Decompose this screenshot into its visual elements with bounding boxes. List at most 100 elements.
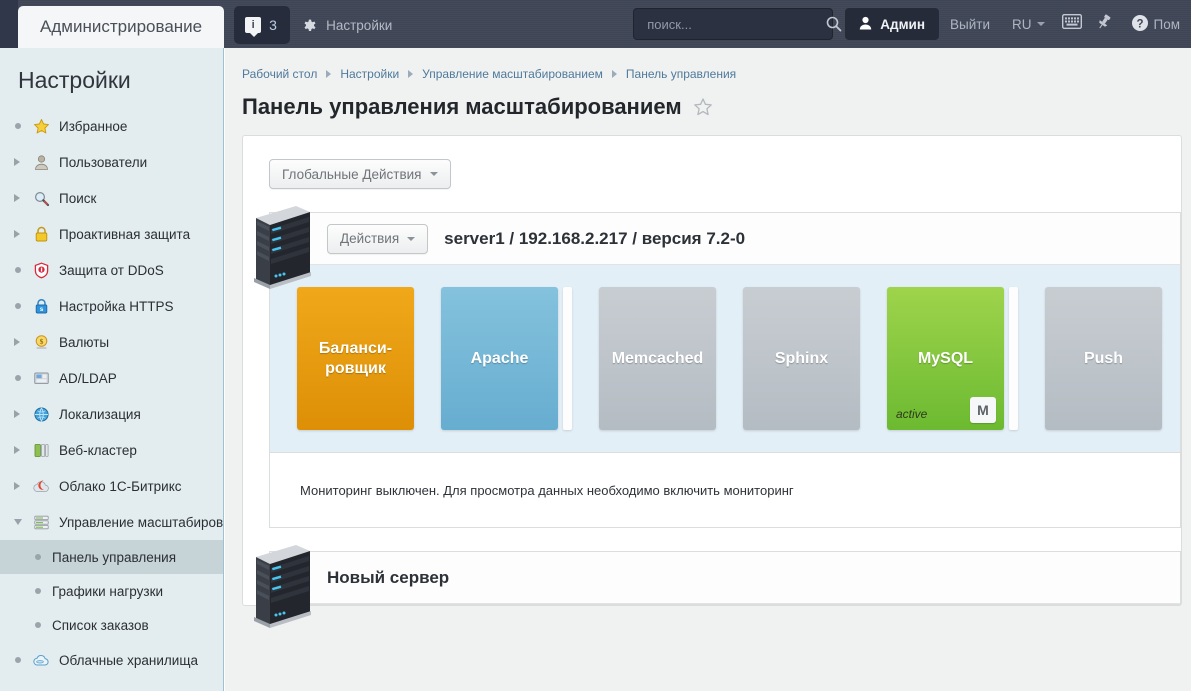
sidebar-item-marker[interactable] [14, 519, 30, 525]
global-actions-label: Глобальные Действия [282, 166, 422, 182]
sidebar-item-marker[interactable] [34, 622, 52, 628]
service-status-label: active [896, 407, 928, 421]
sidebar-item-label: Список заказов [52, 617, 149, 633]
logout-label: Выйти [950, 16, 990, 32]
notifications-badge[interactable]: i 3 [234, 6, 291, 44]
service-label: Memcached [611, 349, 704, 367]
sidebar-item-14[interactable]: Список заказов [0, 608, 223, 642]
service-slot-empty[interactable] [1009, 287, 1018, 430]
language-label: RU [1012, 16, 1032, 32]
bullet-icon [35, 622, 41, 628]
keyboard-icon [1061, 13, 1082, 34]
search-icon[interactable] [825, 15, 843, 33]
svg-text:?: ? [1136, 18, 1143, 30]
sidebar-item-label: Проактивная защита [59, 226, 191, 242]
sidebar-item-13[interactable]: Графики нагрузки [0, 574, 223, 608]
sidebar-item-marker[interactable] [14, 303, 30, 309]
server-card: Действия server1 / 192.168.2.217 / верси… [269, 212, 1181, 528]
service-block-push[interactable]: Push [1045, 287, 1162, 430]
sidebar-item-10[interactable]: Облако 1С-Битрикс [0, 468, 223, 504]
sidebar-item-label: Графики нагрузки [52, 583, 164, 599]
ldap-icon [30, 370, 52, 387]
sidebar-item-3[interactable]: Проактивная защита [0, 216, 223, 252]
service-block-mysql[interactable]: MySQL active M [887, 287, 1004, 430]
sidebar-item-8[interactable]: Локализация [0, 396, 223, 432]
bullet-icon [35, 588, 41, 594]
sidebar-item-marker[interactable] [14, 267, 30, 273]
globe-icon [30, 406, 52, 423]
help-icon: ? [1131, 14, 1149, 35]
pin-button[interactable] [1088, 8, 1120, 40]
sidebar-item-marker[interactable] [14, 194, 30, 202]
chevron-right-icon[interactable] [14, 194, 20, 202]
service-role-badge[interactable]: M [970, 397, 996, 423]
sidebar-item-label: Поиск [59, 190, 97, 206]
sidebar-item-label: Управление масштабирова [59, 514, 223, 530]
bullet-icon [15, 267, 21, 273]
sidebar-item-marker[interactable] [14, 230, 30, 238]
global-actions-button[interactable]: Глобальные Действия [269, 159, 451, 189]
chevron-right-icon[interactable] [14, 482, 20, 490]
server-actions-button[interactable]: Действия [327, 223, 429, 254]
chevron-right-icon[interactable] [14, 230, 20, 238]
chevron-right-icon[interactable] [14, 158, 20, 166]
breadcrumb-item-0[interactable]: Рабочий стол [242, 67, 317, 81]
cluster-icon [30, 442, 52, 459]
sidebar-item-6[interactable]: $ Валюты [0, 324, 223, 360]
sidebar-item-marker[interactable] [14, 482, 30, 490]
user-menu-button[interactable]: Админ [845, 8, 940, 40]
sidebar-item-12[interactable]: Панель управления [0, 540, 223, 574]
sidebar-item-marker[interactable] [34, 588, 52, 594]
page-title-row: Панель управления масштабированием [225, 81, 1191, 120]
sidebar-item-5[interactable]: s Настройка HTTPS [0, 288, 223, 324]
sidebar-item-2[interactable]: Поиск [0, 180, 223, 216]
breadcrumb: Рабочий стол Настройки Управление масшта… [225, 48, 1191, 81]
sidebar-item-marker[interactable] [34, 554, 52, 560]
service-block-memcached[interactable]: Memcached [599, 287, 716, 430]
sidebar-item-4[interactable]: Защита от DDoS [0, 252, 223, 288]
sidebar-item-7[interactable]: AD/LDAP [0, 360, 223, 396]
service-block-баланси-ровщик[interactable]: Баланси-ровщик [297, 287, 414, 430]
breadcrumb-item-3[interactable]: Панель управления [626, 67, 736, 81]
breadcrumb-item-2[interactable]: Управление масштабированием [422, 67, 603, 81]
sidebar-item-0[interactable]: Избранное [0, 108, 223, 144]
server-header: Действия server1 / 192.168.2.217 / верси… [270, 213, 1180, 265]
star-outline-icon[interactable] [693, 97, 713, 117]
sidebar-item-9[interactable]: Веб-кластер [0, 432, 223, 468]
keyboard-shortcuts-button[interactable] [1056, 8, 1088, 40]
help-label: Пом [1153, 16, 1181, 32]
help-link[interactable]: ? Пом [1120, 8, 1191, 40]
search-input[interactable] [645, 15, 826, 33]
topbar-settings-link[interactable]: Настройки [290, 6, 404, 44]
sidebar-item-11[interactable]: Управление масштабирова [0, 504, 223, 540]
chevron-right-icon[interactable] [14, 446, 20, 454]
gear-icon [302, 17, 318, 33]
sidebar-item-1[interactable]: Пользователи [0, 144, 223, 180]
cloud-bitrix-icon [30, 478, 52, 495]
language-switcher[interactable]: RU [1001, 8, 1056, 40]
logout-link[interactable]: Выйти [939, 8, 1001, 40]
sidebar-item-label: AD/LDAP [59, 370, 117, 386]
sidebar-item-marker[interactable] [14, 446, 30, 454]
service-label: Баланси-ровщик [318, 339, 393, 377]
sidebar-item-15[interactable]: Облачные хранилища [0, 642, 223, 678]
service-block-sphinx[interactable]: Sphinx [743, 287, 860, 430]
sidebar-item-marker[interactable] [14, 657, 30, 663]
breadcrumb-item-1[interactable]: Настройки [340, 67, 399, 81]
user-icon [859, 16, 872, 33]
chevron-right-icon[interactable] [14, 338, 20, 346]
sidebar-item-marker[interactable] [14, 410, 30, 418]
service-slot-empty[interactable] [563, 287, 572, 430]
chevron-right-icon[interactable] [14, 410, 20, 418]
search-box[interactable] [633, 8, 842, 40]
sidebar-item-marker[interactable] [14, 375, 30, 381]
tab-administration[interactable]: Администрирование [18, 6, 225, 48]
service-block-apache[interactable]: Apache [441, 287, 558, 430]
sidebar-item-label: Пользователи [59, 154, 148, 170]
sidebar-item-marker[interactable] [14, 123, 30, 129]
sidebar-item-marker[interactable] [14, 158, 30, 166]
pin-icon [1095, 13, 1113, 36]
sidebar-item-marker[interactable] [14, 338, 30, 346]
chevron-down-icon[interactable] [14, 519, 22, 525]
sidebar-item-label: Панель управления [52, 549, 177, 565]
